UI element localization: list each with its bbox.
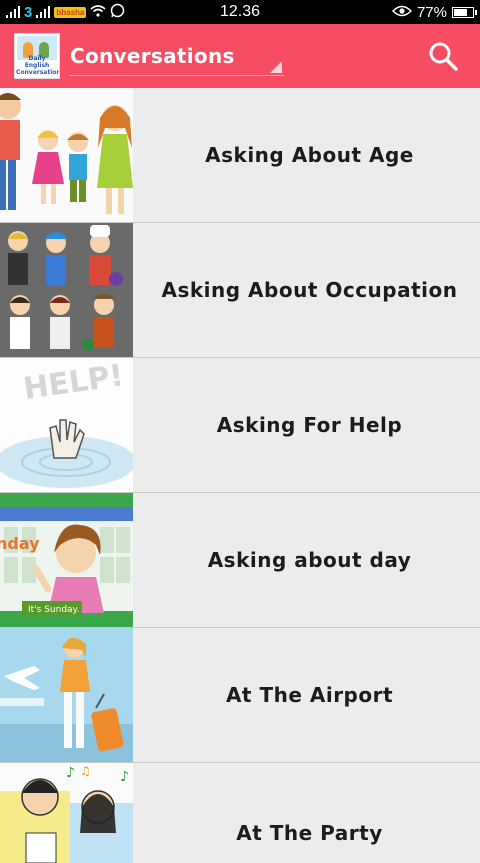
app-logo: Daily English Conversation xyxy=(14,33,60,79)
carrier-label: 3 xyxy=(24,3,33,21)
list-item[interactable]: HELP! Asking For Help xyxy=(0,358,480,493)
calendar-girl-illustration: nday It's Sunday. xyxy=(0,493,133,627)
help-hand-illustration: HELP! xyxy=(0,358,133,492)
list-item[interactable]: nday It's Sunday. Asking about day xyxy=(0,493,480,628)
clock: 12.36 xyxy=(219,3,261,20)
svg-text:♪: ♪ xyxy=(66,765,75,781)
list-item-label: Asking For Help xyxy=(216,413,403,437)
signal-icon xyxy=(6,6,20,18)
svg-text:♫: ♫ xyxy=(80,764,91,778)
status-left: 3 bhasha xyxy=(6,3,162,22)
list-item[interactable]: Asking About Occupation xyxy=(0,223,480,358)
occupations-illustration xyxy=(0,223,133,357)
list-item-label: Asking About Occupation xyxy=(161,278,458,302)
status-right: 77% xyxy=(318,3,477,21)
list-item[interactable]: At The Airport xyxy=(0,628,480,763)
battery-icon xyxy=(452,6,477,18)
list-item-label: Asking about day xyxy=(207,548,412,572)
whatsapp-icon xyxy=(110,3,125,22)
party-singers-illustration: ♪ ♫ ♪ xyxy=(0,763,133,863)
wifi-icon xyxy=(90,4,106,21)
list-item-label: Asking About Age xyxy=(205,143,414,167)
family-illustration xyxy=(0,88,133,222)
conversation-list: Asking About Age Asking About Occupation… xyxy=(0,88,480,863)
list-item-label: At The Airport xyxy=(225,683,394,707)
app-logo-text: Daily English Conversation xyxy=(16,55,60,76)
app-bar: Daily English Conversation Conversations xyxy=(0,24,480,88)
battery-percent: 77% xyxy=(416,3,447,21)
title-spinner[interactable]: Conversations xyxy=(70,36,284,76)
svg-text:♪: ♪ xyxy=(120,769,129,785)
signal-icon-2 xyxy=(36,6,51,18)
search-button[interactable] xyxy=(426,40,460,74)
svg-text:nday: nday xyxy=(0,534,40,553)
search-icon xyxy=(429,42,458,71)
list-item[interactable]: ♪ ♫ ♪ At The Party xyxy=(0,763,480,863)
eye-icon xyxy=(391,4,412,21)
list-item-label: At The Party xyxy=(236,821,383,845)
list-item[interactable]: Asking About Age xyxy=(0,88,480,223)
airport-traveler-illustration xyxy=(0,628,133,762)
calendar-caption: It's Sunday. xyxy=(28,605,79,615)
notification-badge: bhasha xyxy=(54,6,87,18)
dropdown-triangle-icon xyxy=(270,61,282,73)
status-bar: 3 bhasha 12.36 77% xyxy=(0,0,480,24)
page-title: Conversations xyxy=(70,43,235,68)
